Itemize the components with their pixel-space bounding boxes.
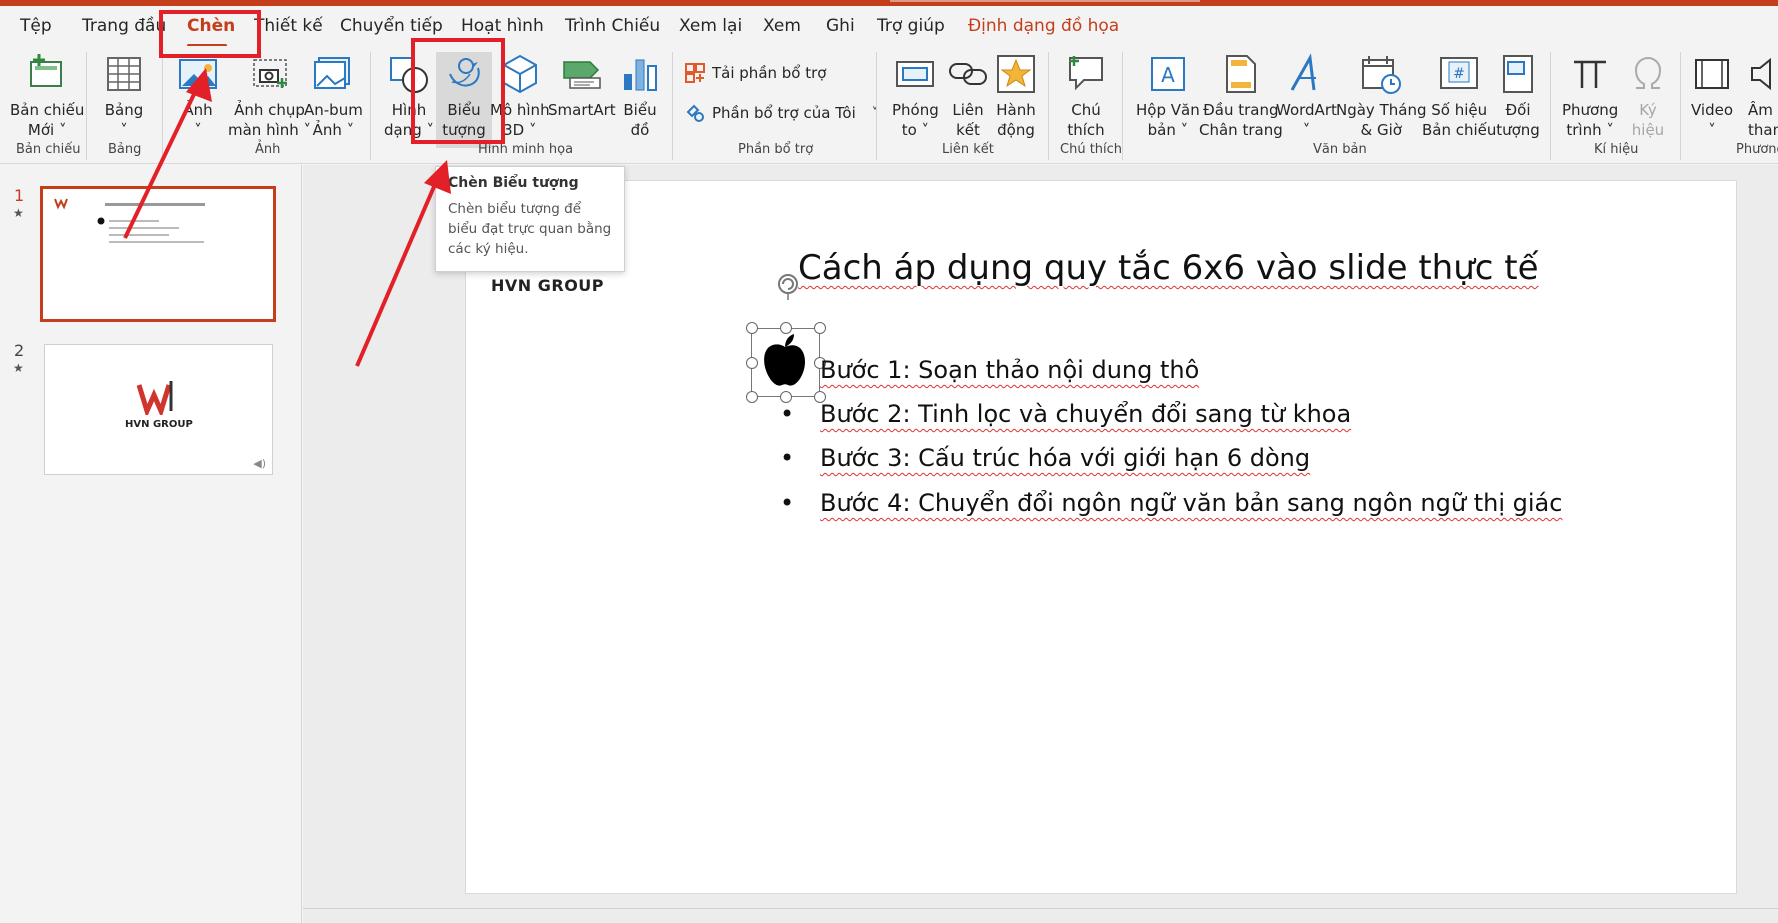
arrowhead-icon bbox=[424, 160, 451, 194]
arrow-to-insert-tab bbox=[123, 87, 199, 239]
arrow-to-icons-button bbox=[355, 181, 438, 367]
annotation-arrows bbox=[123, 68, 451, 367]
arrowhead-icon bbox=[186, 68, 212, 102]
